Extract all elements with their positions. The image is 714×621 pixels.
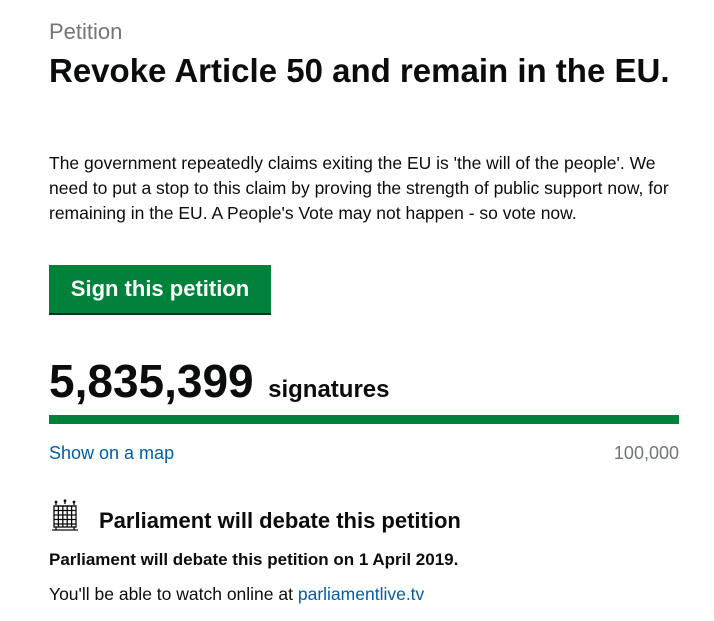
portcullis-icon [52, 499, 78, 531]
signature-count-row: 5,835,399 signatures [49, 353, 389, 409]
page-caption: Petition [49, 19, 123, 44]
signature-count-label: signatures [268, 376, 390, 403]
show-on-map-link[interactable]: Show on a map [49, 442, 174, 464]
petition-description: The government repeatedly claims exiting… [49, 153, 669, 223]
debate-heading: Parliament will debate this petition [99, 508, 461, 533]
signature-threshold: 100,000 [613, 443, 679, 463]
sign-petition-button[interactable]: Sign this petition [49, 265, 271, 315]
watch-online-prefix: You'll be able to watch online at [49, 584, 298, 604]
petition-page: Petition Revoke Article 50 and remain in… [0, 0, 714, 621]
signature-count: 5,835,399 [49, 355, 254, 407]
signature-progress-fill [49, 415, 679, 424]
parliamentlive-link[interactable]: parliamentlive.tv [298, 584, 424, 604]
signature-progress-bar [49, 415, 679, 424]
debate-date-text: Parliament will debate this petition on … [49, 550, 459, 569]
petition-title: Revoke Article 50 and remain in the EU. [49, 52, 670, 89]
watch-online-text: You'll be able to watch online at parlia… [49, 583, 424, 605]
